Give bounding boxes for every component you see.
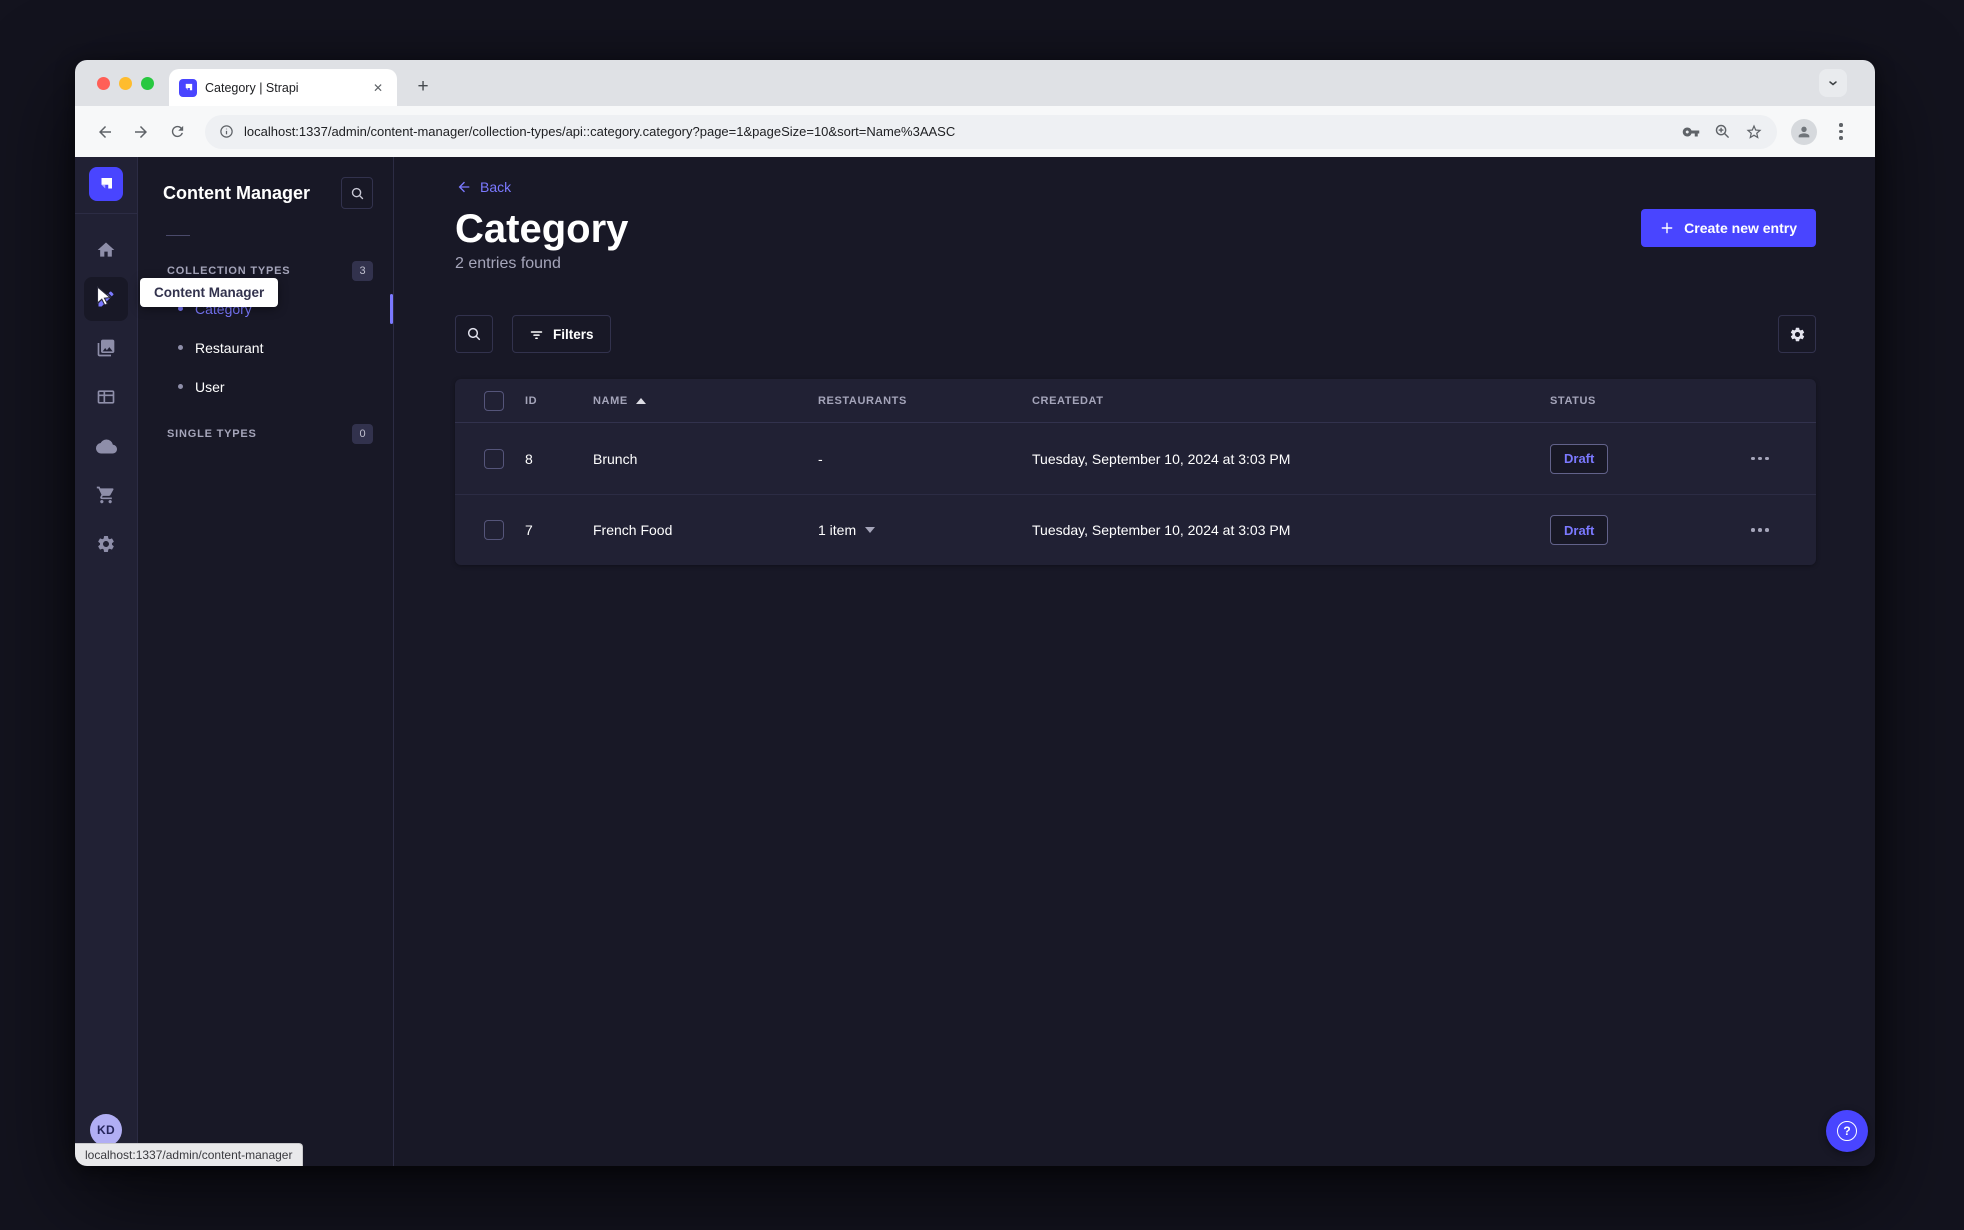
browser-menu-icon[interactable] <box>1833 123 1849 140</box>
bullet-icon <box>178 345 183 350</box>
search-button[interactable] <box>455 315 493 353</box>
omnibox-actions <box>1682 123 1763 141</box>
cell-id: 7 <box>525 522 533 538</box>
strapi-favicon-icon <box>179 78 197 97</box>
help-button[interactable]: ? <box>1826 1110 1868 1152</box>
main-content: Back Category 2 entries found Create new… <box>394 157 1875 1166</box>
password-key-icon[interactable] <box>1682 123 1700 141</box>
bullet-icon <box>178 384 183 389</box>
browser-window: Category | Strapi ✕ + localhost:1337/adm… <box>75 60 1875 1166</box>
back-navigation-icon[interactable] <box>89 116 121 148</box>
chevron-down-icon <box>865 527 876 533</box>
nav-tooltip: Content Manager <box>140 278 279 307</box>
cell-createdat: Tuesday, September 10, 2024 at 3:03 PM <box>1032 450 1291 467</box>
sidebar-item-label: Restaurant <box>195 339 264 356</box>
zoom-window-button[interactable] <box>141 77 154 90</box>
create-new-entry-button[interactable]: Create new entry <box>1641 209 1816 247</box>
strapi-admin-page: KD Content Manager COLLECTION TYPES 3 Ca… <box>75 157 1875 1166</box>
column-header-createdat: CREATEDAT <box>1032 394 1104 407</box>
settings-gear-icon[interactable] <box>84 522 128 566</box>
status-badge: Draft <box>1550 515 1609 545</box>
single-types-count-badge: 0 <box>352 424 373 444</box>
view-settings-gear-icon[interactable] <box>1778 315 1816 353</box>
address-bar[interactable]: localhost:1337/admin/content-manager/col… <box>205 114 1777 149</box>
url-text[interactable]: localhost:1337/admin/content-manager/col… <box>244 124 1672 139</box>
page-title: Category <box>455 207 629 251</box>
sidebar-item-label: User <box>195 378 225 395</box>
collection-types-count-badge: 3 <box>352 261 373 281</box>
plus-icon <box>1660 221 1674 235</box>
content-type-builder-icon[interactable] <box>84 375 128 419</box>
cloud-icon[interactable] <box>84 424 128 468</box>
panel-title: Content Manager <box>163 182 311 203</box>
panel-divider <box>166 235 190 236</box>
back-label: Back <box>480 179 512 195</box>
tab-close-icon[interactable]: ✕ <box>369 79 387 97</box>
browser-tab-strip: Category | Strapi ✕ + <box>75 60 1875 106</box>
row-checkbox[interactable] <box>484 520 504 540</box>
column-header-id[interactable]: ID <box>515 395 593 407</box>
collection-types-label: COLLECTION TYPES <box>167 265 291 277</box>
tab-search-chevron-icon[interactable] <box>1819 69 1847 97</box>
panel-search-button[interactable] <box>341 177 373 209</box>
rail-divider <box>75 213 137 214</box>
single-types-label: SINGLE TYPES <box>167 428 257 440</box>
sidebar-item-restaurant[interactable]: Restaurant <box>138 328 393 367</box>
entries-table: ID NAME RESTAURANTS CREATEDAT STATUS 8 B… <box>455 379 1816 565</box>
back-link[interactable]: Back <box>394 157 511 195</box>
browser-toolbar: localhost:1337/admin/content-manager/col… <box>75 106 1875 157</box>
bookmark-star-icon[interactable] <box>1745 123 1763 141</box>
mouse-cursor-icon <box>96 286 113 305</box>
content-manager-panel: Content Manager COLLECTION TYPES 3 Categ… <box>138 157 394 1166</box>
minimize-window-button[interactable] <box>119 77 132 90</box>
window-controls <box>97 77 154 90</box>
user-avatar[interactable]: KD <box>90 1114 122 1146</box>
status-badge: Draft <box>1550 443 1609 474</box>
new-tab-button[interactable]: + <box>409 73 437 101</box>
reload-icon[interactable] <box>161 116 193 148</box>
column-header-name[interactable]: NAME <box>593 395 818 407</box>
main-nav-rail: KD <box>75 157 138 1166</box>
strapi-logo-icon[interactable] <box>89 167 123 201</box>
close-window-button[interactable] <box>97 77 110 90</box>
tab-title: Category | Strapi <box>205 80 299 95</box>
back-arrow-icon <box>456 179 472 195</box>
row-actions-menu-icon[interactable] <box>1745 449 1775 469</box>
sidebar-item-user[interactable]: User <box>138 367 393 406</box>
select-all-checkbox[interactable] <box>484 390 504 411</box>
table-row[interactable]: 7 French Food 1 item Tuesday, September … <box>455 494 1816 565</box>
filter-icon <box>529 327 544 342</box>
marketplace-cart-icon[interactable] <box>84 473 128 517</box>
cell-id: 8 <box>525 450 533 467</box>
table-action-bar: Filters <box>394 315 1875 353</box>
site-info-icon[interactable] <box>219 124 234 139</box>
active-item-indicator <box>390 294 393 324</box>
help-icon: ? <box>1837 1121 1857 1141</box>
filters-button[interactable]: Filters <box>512 315 611 353</box>
link-status-bar: localhost:1337/admin/content-manager <box>75 1143 304 1166</box>
desktop-background: Category | Strapi ✕ + localhost:1337/adm… <box>0 0 1964 1230</box>
row-checkbox[interactable] <box>484 448 504 469</box>
cell-restaurants[interactable]: 1 item <box>818 522 1032 538</box>
row-actions-menu-icon[interactable] <box>1745 520 1775 540</box>
column-header-status: STATUS <box>1550 394 1596 407</box>
forward-navigation-icon[interactable] <box>125 116 157 148</box>
zoom-search-icon[interactable] <box>1714 123 1731 140</box>
sort-asc-icon <box>635 397 646 404</box>
home-icon[interactable] <box>84 228 128 272</box>
browser-tab[interactable]: Category | Strapi ✕ <box>169 69 397 106</box>
table-row[interactable]: 8 Brunch - Tuesday, September 10, 2024 a… <box>455 423 1816 494</box>
table-header-row: ID NAME RESTAURANTS CREATEDAT STATUS <box>455 379 1816 423</box>
media-library-icon[interactable] <box>84 326 128 370</box>
cell-name: Brunch <box>593 450 638 467</box>
column-header-restaurants: RESTAURANTS <box>818 394 907 407</box>
cell-createdat: Tuesday, September 10, 2024 at 3:03 PM <box>1032 522 1291 538</box>
browser-profile-icon[interactable] <box>1791 118 1817 145</box>
cell-name: French Food <box>593 522 673 538</box>
cell-restaurants: - <box>818 450 823 467</box>
entries-count: 2 entries found <box>455 255 561 272</box>
